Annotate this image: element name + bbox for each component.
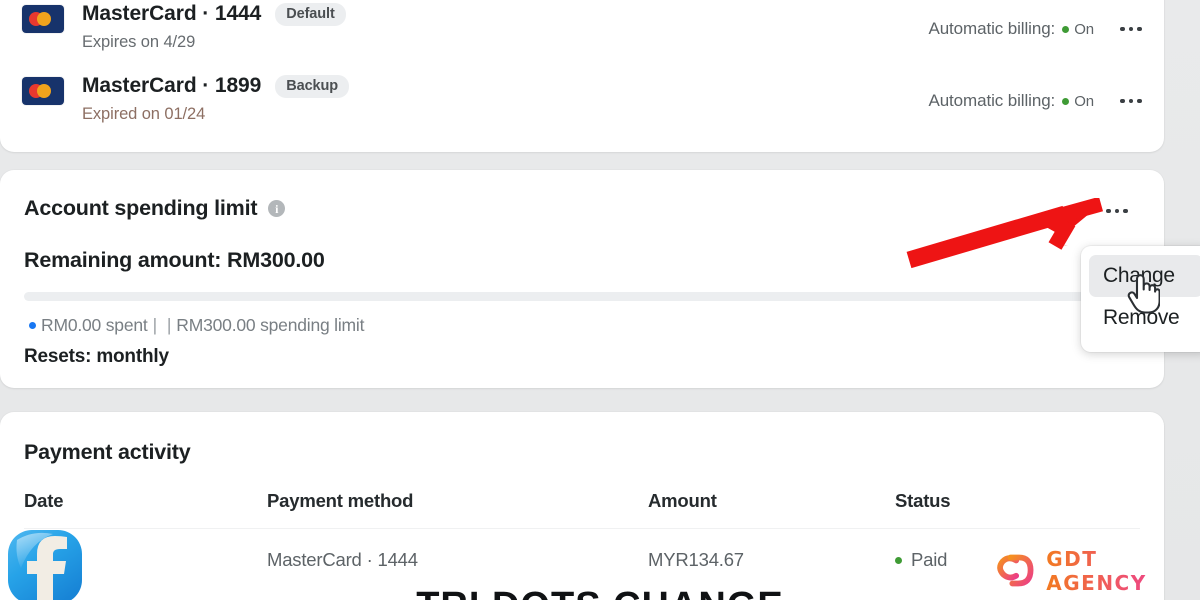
- payment-activity-table: Date Payment method Amount Status y 2024…: [24, 490, 1140, 571]
- payment-method-row[interactable]: MasterCard · 1444 Default Expires on 4/2…: [0, 0, 1164, 74]
- more-options-icon[interactable]: [1112, 86, 1150, 116]
- mastercard-icon: [22, 5, 64, 33]
- dot-3: [1137, 26, 1142, 32]
- column-header-method: Payment method: [267, 490, 414, 511]
- status-badge: Default: [275, 2, 346, 26]
- remaining-amount-text: Remaining amount: RM300.00: [24, 248, 325, 272]
- spending-limit-options-menu: Change Remove: [1081, 246, 1200, 352]
- spending-limit-header: Account spending limit i: [24, 196, 286, 221]
- dot-1: [1120, 26, 1125, 32]
- cell-amount: MYR134.67: [648, 549, 744, 570]
- status-label: Paid: [911, 549, 948, 570]
- column-header-date: Date: [24, 490, 64, 511]
- payment-activity-card: Payment activity Date Payment method Amo…: [0, 412, 1164, 600]
- menu-item-remove[interactable]: Remove: [1089, 297, 1200, 339]
- spending-legend: RM0.00 spent | | RM300.00 spending limit: [22, 315, 364, 336]
- more-options-icon[interactable]: [1098, 196, 1136, 226]
- payment-method-name: MasterCard · 1444: [82, 2, 262, 25]
- mastercard-icon: [22, 77, 64, 105]
- payment-method-info: MasterCard · 1444 Default Expires on 4/2…: [82, 0, 346, 52]
- more-options-icon[interactable]: [1112, 14, 1150, 44]
- mastercard-yellow-circle: [37, 84, 51, 98]
- automatic-billing-status: Automatic billing: On: [928, 19, 1094, 39]
- dot-1: [1120, 98, 1125, 104]
- info-icon[interactable]: i: [268, 200, 286, 217]
- card-expiry-text: Expired on 01/24: [82, 105, 206, 123]
- column-header-amount: Amount: [648, 490, 717, 511]
- menu-item-change[interactable]: Change: [1089, 255, 1200, 297]
- dot-2: [1114, 208, 1120, 214]
- automatic-billing-value: On: [1074, 20, 1094, 38]
- card-expiry-text: Expires on 4/29: [82, 33, 196, 51]
- legend-dot-icon: [29, 322, 36, 329]
- payment-methods-card: MasterCard · 1444 Default Expires on 4/2…: [0, 0, 1164, 152]
- page-title: Account spending limit: [24, 196, 258, 220]
- dot-2: [1128, 26, 1134, 32]
- automatic-billing-label: Automatic billing:: [928, 19, 1056, 38]
- automatic-billing-label: Automatic billing:: [928, 91, 1056, 110]
- legend-separator: |: [152, 315, 158, 335]
- automatic-billing-value: On: [1074, 92, 1094, 110]
- column-header-status: Status: [895, 490, 951, 511]
- resets-text: Resets: monthly: [24, 346, 169, 367]
- legend-separator: |: [166, 315, 172, 335]
- legend-limit-value: RM300.00 spending limit: [176, 315, 365, 335]
- legend-spent-value: RM0.00 spent: [41, 315, 148, 335]
- billing-settings-screen: MasterCard · 1444 Default Expires on 4/2…: [0, 0, 1200, 600]
- payment-method-name: MasterCard · 1899: [82, 74, 262, 97]
- status-dot-icon: [1062, 97, 1070, 105]
- section-title: Payment activity: [24, 440, 191, 464]
- dot-3: [1137, 98, 1142, 104]
- table-row[interactable]: y 2024 MasterCard · 1444 MYR134.67 Paid: [24, 529, 1140, 571]
- payment-method-info: MasterCard · 1899 Backup Expired on 01/2…: [82, 72, 350, 124]
- watermark-text: GDT AGENCY: [1046, 547, 1200, 595]
- payment-method-row[interactable]: MasterCard · 1899 Backup Expired on 01/2…: [0, 72, 1164, 146]
- payment-method-actions: Automatic billing: On: [928, 86, 1164, 116]
- status-badge: Backup: [275, 74, 350, 98]
- status-dot-icon: [895, 556, 902, 564]
- account-spending-limit-card: Account spending limit i Remaining amoun…: [0, 170, 1164, 388]
- table-header-row: Date Payment method Amount Status: [24, 490, 1140, 528]
- dot-1: [1106, 208, 1111, 214]
- spending-progress-bar: [24, 292, 1140, 301]
- status-dot-icon: [1062, 25, 1070, 33]
- payment-method-title-wrap: MasterCard · 1899 Backup: [82, 74, 350, 98]
- facebook-logo: [8, 530, 82, 600]
- cell-method: MasterCard · 1444: [267, 549, 418, 570]
- automatic-billing-status: Automatic billing: On: [928, 91, 1094, 111]
- dot-2: [1128, 98, 1134, 104]
- payment-method-actions: Automatic billing: On: [928, 14, 1164, 44]
- gdt-monogram: [997, 554, 1034, 587]
- mastercard-yellow-circle: [37, 12, 51, 26]
- dot-3: [1123, 208, 1128, 214]
- payment-method-title-wrap: MasterCard · 1444 Default: [82, 2, 346, 26]
- gdt-agency-watermark: GDT AGENCY: [996, 547, 1200, 595]
